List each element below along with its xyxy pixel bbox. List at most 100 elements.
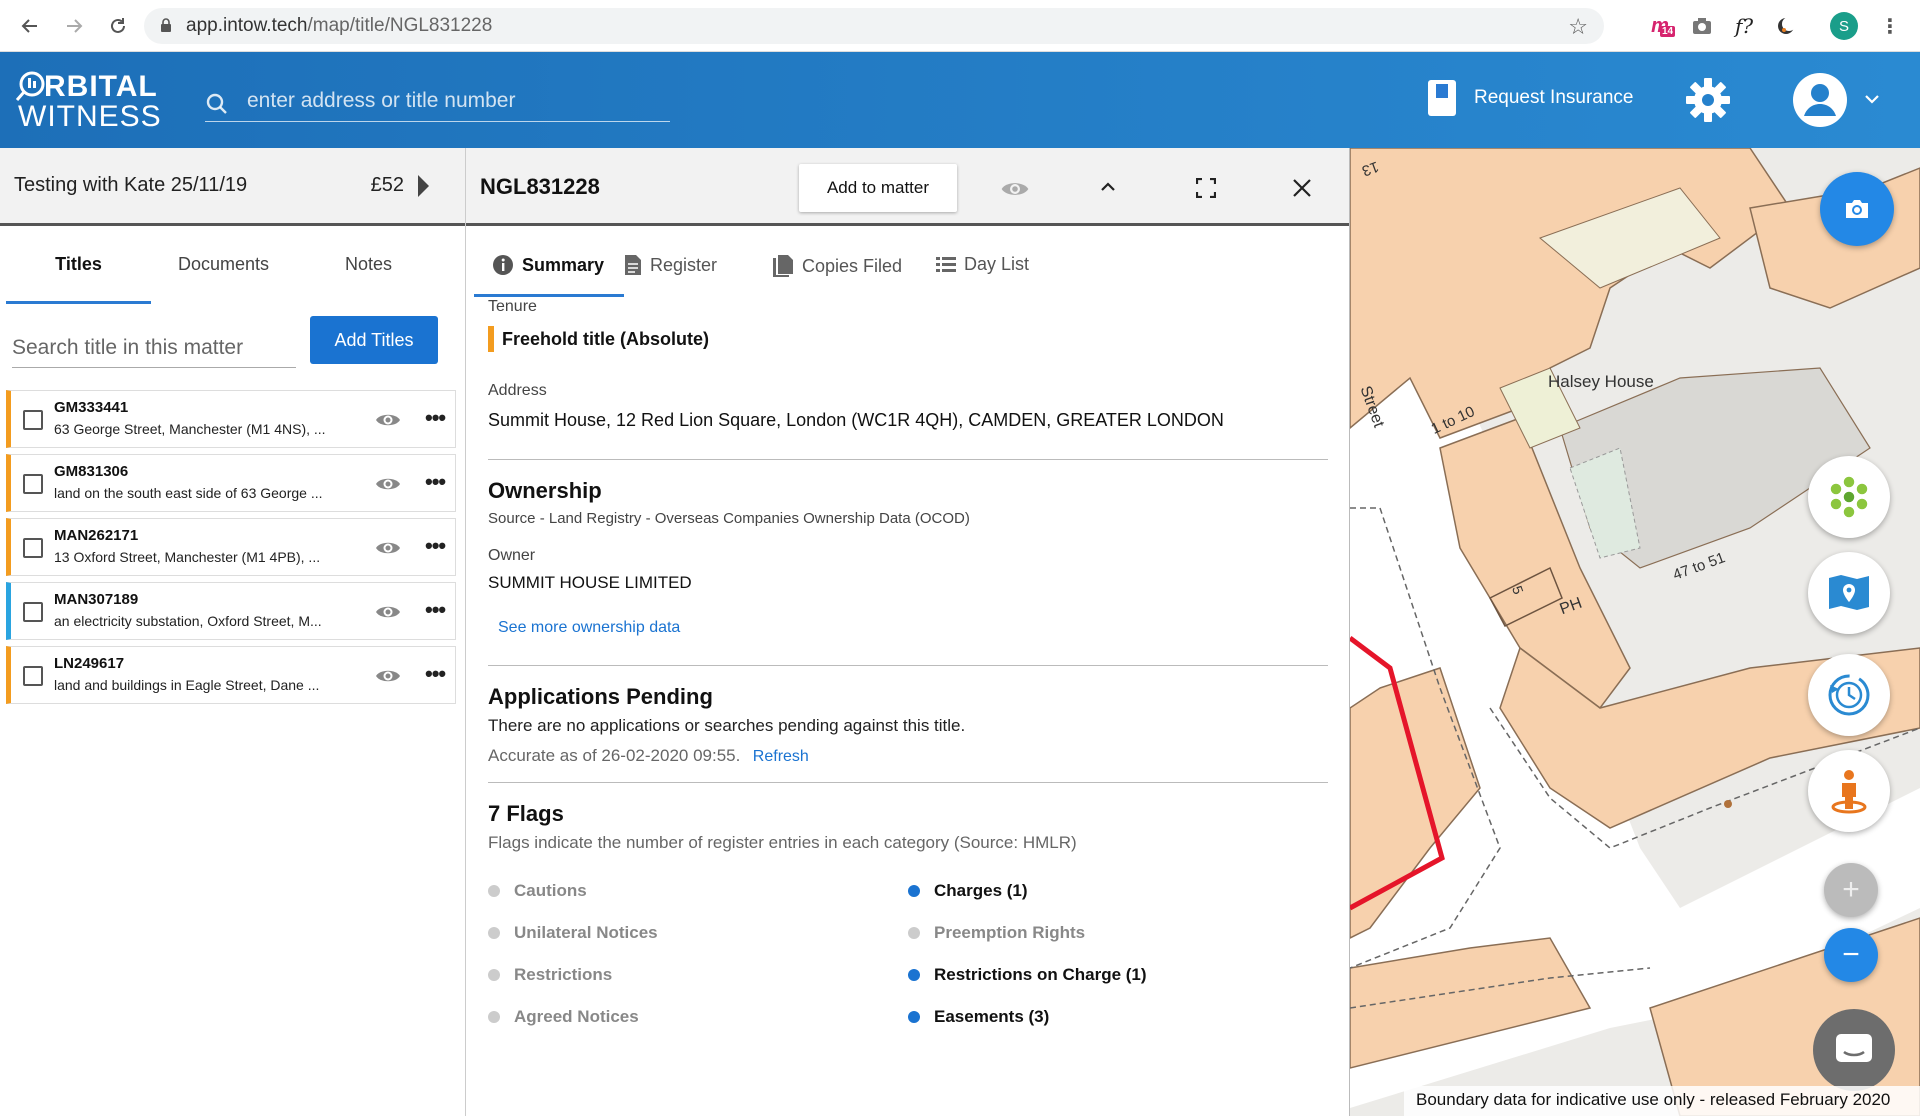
matter-bar[interactable]: Testing with Kate 25/11/19 £52 [0,148,465,226]
browser-menu-icon[interactable]: ⋮ [1876,12,1904,40]
title-row[interactable]: MAN307189 an electricity substation, Oxf… [6,582,456,640]
forward-icon[interactable] [56,8,92,44]
tenure-value-row: Freehold title (Absolute) [488,326,1328,352]
history-button[interactable] [1808,654,1890,736]
orbital-witness-logo[interactable]: RBITAL WITNESS [16,71,162,132]
matter-price: £52 [370,174,404,196]
flags-subtitle: Flags indicate the number of register en… [488,833,1077,852]
flag-cautions[interactable]: Cautions [488,881,587,901]
flag-dot [488,885,500,897]
flags-grid: Cautions Unilateral Notices Restrictions… [488,873,1328,1063]
flag-unilateral-notices[interactable]: Unilateral Notices [488,923,658,943]
title-number: LN249617 [54,655,125,672]
zoom-in-button[interactable]: + [1824,863,1878,917]
see-more-ownership-link[interactable]: See more ownership data [498,619,1328,637]
tab-summary-label: Summary [522,254,605,275]
owner-value: SUMMIT HOUSE LIMITED [488,573,692,592]
chat-button[interactable] [1813,1009,1895,1091]
more-options-icon[interactable]: ••• [425,661,446,687]
title-checkbox[interactable] [23,602,43,622]
flag-restrictions-on-charge[interactable]: Restrictions on Charge (1) [908,965,1147,985]
title-checkbox[interactable] [23,474,43,494]
zoom-out-button[interactable]: − [1824,928,1878,982]
ownership-source: Source - Land Registry - Overseas Compan… [488,510,970,527]
applications-text: There are no applications or searches pe… [488,716,966,735]
list-icon [936,256,956,272]
tenure-label: Tenure [488,298,537,315]
divider [488,459,1328,460]
tab-summary[interactable]: Summary [492,254,604,276]
flag-dot [908,969,920,981]
camera-extension-icon[interactable] [1688,12,1716,40]
title-row[interactable]: MAN262171 13 Oxford Street, Manchester (… [6,518,456,576]
moon-extension-icon[interactable] [1772,12,1800,40]
title-checkbox[interactable] [23,410,43,430]
app-header: RBITAL WITNESS Request Insurance [0,52,1920,148]
gear-icon[interactable] [1684,76,1732,124]
font-extension-icon[interactable]: f? [1730,12,1758,40]
fullscreen-icon[interactable] [1196,178,1216,198]
address-bar[interactable]: app.intow.tech/map/title/NGL831228 ☆ [144,8,1604,44]
tab-copies-filed-label: Copies Filed [802,255,903,276]
refresh-link[interactable]: Refresh [753,748,809,765]
request-insurance-button[interactable]: Request Insurance [1428,80,1634,116]
eye-icon[interactable] [375,475,401,493]
screenshot-button[interactable] [1820,172,1894,246]
title-row[interactable]: LN249617 land and buildings in Eagle Str… [6,646,456,704]
reload-icon[interactable] [100,8,136,44]
more-options-icon[interactable]: ••• [425,533,446,559]
history-clock-icon [1828,674,1870,716]
active-tab-indicator [474,294,624,297]
title-number: GM333441 [54,399,129,416]
back-icon[interactable] [12,8,48,44]
title-detail-panel: NGL831228 Add to matter Summary Register… [466,148,1350,1116]
more-options-icon[interactable]: ••• [425,469,446,495]
flag-restrictions[interactable]: Restrictions [488,965,612,985]
title-address: land and buildings in Eagle Street, Dane… [54,677,320,693]
flag-charges[interactable]: Charges (1) [908,881,1028,901]
flag-dot [908,927,920,939]
flag-preemption-rights[interactable]: Preemption Rights [908,923,1085,943]
address-search-input[interactable] [247,86,657,116]
eye-icon[interactable] [1000,179,1030,199]
title-search-input[interactable] [12,328,296,368]
address-value: Summit House, 12 Red Lion Square, London… [488,410,1224,430]
eye-icon[interactable] [375,539,401,557]
eye-icon[interactable] [375,603,401,621]
tab-day-list[interactable]: Day List [936,254,1029,275]
title-checkbox[interactable] [23,666,43,686]
layers-button[interactable] [1808,456,1890,538]
document-icon [625,255,641,275]
chevron-up-icon[interactable] [1100,180,1116,192]
title-row[interactable]: GM831306 land on the south east side of … [6,454,456,512]
more-options-icon[interactable]: ••• [425,597,446,623]
title-address: 13 Oxford Street, Manchester (M1 4PB), .… [54,549,321,565]
flag-label: Easements (3) [934,1007,1050,1026]
title-row[interactable]: GM333441 63 George Street, Manchester (M… [6,390,456,448]
address-search[interactable] [205,80,670,122]
tab-register[interactable]: Register [624,254,717,276]
pegman-icon [1831,770,1867,814]
title-checkbox[interactable] [23,538,43,558]
tab-documents[interactable]: Documents [151,226,296,304]
tab-copies-filed[interactable]: Copies Filed [772,254,902,278]
flag-agreed-notices[interactable]: Agreed Notices [488,1007,639,1027]
flag-easements[interactable]: Easements (3) [908,1007,1049,1027]
profile-avatar[interactable]: S [1830,12,1858,40]
chevron-down-icon[interactable] [1864,88,1880,109]
street-view-button[interactable] [1808,750,1890,832]
eye-icon[interactable] [375,667,401,685]
search-icon [206,93,227,114]
user-avatar-icon[interactable] [1792,72,1848,128]
close-icon[interactable] [1292,178,1312,198]
tab-notes[interactable]: Notes [296,226,441,304]
more-options-icon[interactable]: ••• [425,405,446,431]
map-type-button[interactable] [1808,552,1890,634]
add-titles-button[interactable]: Add Titles [310,316,438,364]
caret-right-icon[interactable] [418,174,429,197]
tab-titles[interactable]: Titles [6,226,151,304]
add-to-matter-button[interactable]: Add to matter [799,164,957,212]
extension-m-icon[interactable]: m14 [1646,12,1676,40]
bookmark-star-icon[interactable]: ☆ [1568,14,1588,40]
eye-icon[interactable] [375,411,401,429]
